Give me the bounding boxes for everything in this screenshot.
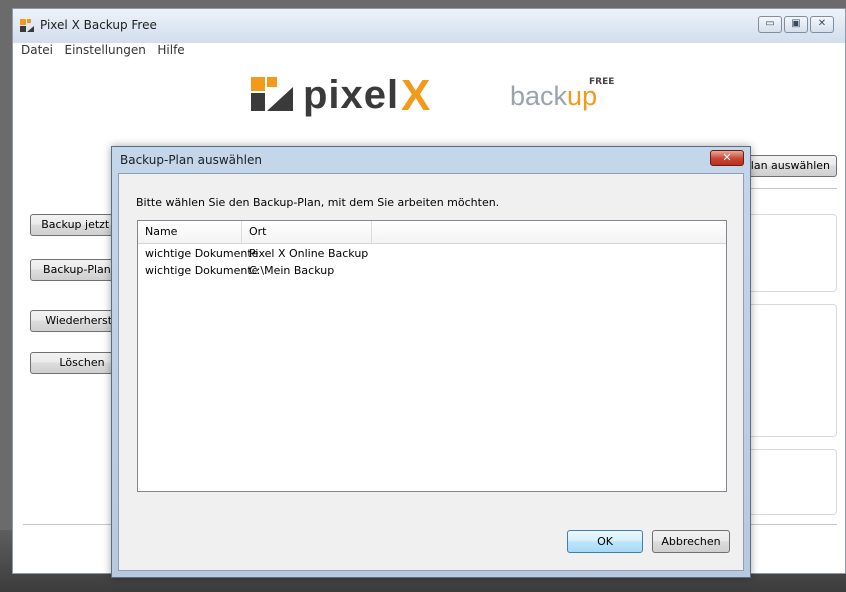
row-location: Pixel X Online Backup (249, 247, 369, 260)
backup-plan-list[interactable]: Name Ort wichtige Dokumente Pixel X Onli… (137, 220, 727, 492)
cancel-button[interactable]: Abbrechen (652, 530, 730, 553)
list-row[interactable]: wichtige Dokumente Pixel X Online Backup (138, 245, 726, 262)
logo-product-text: backup (510, 81, 597, 112)
logo-product-back: back (510, 81, 568, 111)
info-panel-bottom (743, 449, 837, 515)
ok-button[interactable]: OK (567, 530, 643, 553)
logo-banner: pixel X backup FREE (13, 67, 846, 127)
dialog-instruction: Bitte wählen Sie den Backup-Plan, mit de… (136, 196, 500, 209)
dialog-title: Backup-Plan auswählen (120, 153, 262, 167)
menu-hilfe[interactable]: Hilfe (157, 43, 184, 57)
dialog-body: Bitte wählen Sie den Backup-Plan, mit de… (118, 173, 744, 571)
info-panel-top (743, 214, 837, 292)
pixelx-logo-icon (251, 77, 293, 111)
list-header: Name Ort (138, 221, 726, 244)
title-bar[interactable]: Pixel X Backup Free ▭ ▣ ✕ (13, 9, 845, 44)
app-logo-icon (20, 19, 34, 32)
row-name: wichtige Dokumente (145, 247, 259, 260)
logo-brand-x: X (401, 71, 431, 120)
maximize-button[interactable]: ▣ (784, 16, 808, 33)
close-button[interactable]: ✕ (810, 16, 834, 33)
menu-bar: Datei Einstellungen Hilfe (13, 43, 845, 59)
logo-brand-text: pixel (303, 73, 400, 117)
list-row[interactable]: wichtige Dokumente C:\Mein Backup (138, 262, 726, 279)
divider (743, 188, 837, 189)
row-name: wichtige Dokumente (145, 264, 259, 277)
menu-einstellungen[interactable]: Einstellungen (65, 43, 146, 57)
row-location: C:\Mein Backup (249, 264, 335, 277)
dialog-close-button[interactable]: ✕ (710, 150, 744, 166)
select-plan-dialog: Backup-Plan auswählen ✕ Bitte wählen Sie… (111, 146, 751, 578)
window-title: Pixel X Backup Free (40, 18, 157, 32)
column-header-ort[interactable]: Ort (242, 221, 372, 243)
logo-edition: FREE (589, 77, 615, 87)
info-panel-middle (743, 304, 837, 437)
minimize-button[interactable]: ▭ (758, 16, 782, 33)
menu-datei[interactable]: Datei (21, 43, 53, 57)
column-header-name[interactable]: Name (138, 221, 242, 243)
